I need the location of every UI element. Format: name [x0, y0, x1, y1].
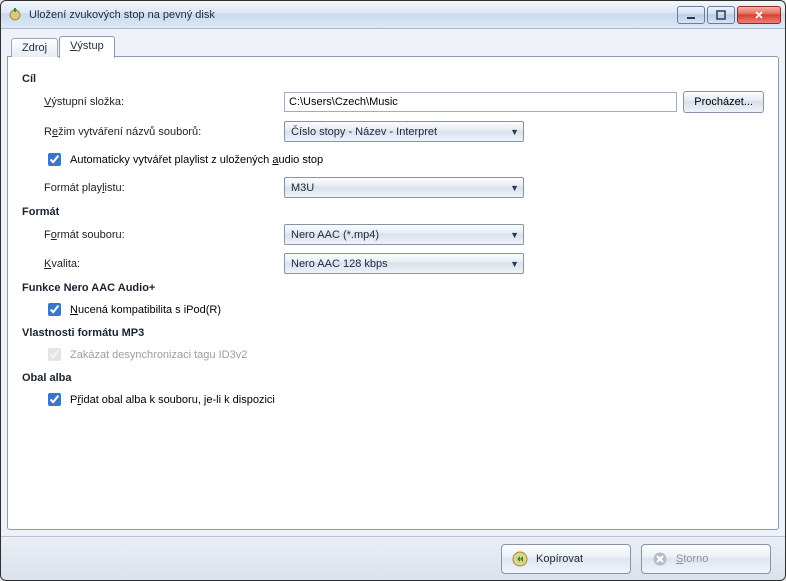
row-quality: Kvalita: Nero AAC 128 kbps ▼ [44, 253, 764, 274]
window-title: Uložení zvukových stop na pevný disk [29, 9, 677, 21]
albumart-label: Přidat obal alba k souboru, je-li k disp… [70, 394, 275, 406]
chevron-down-icon: ▼ [510, 183, 519, 193]
cancel-button[interactable]: Storno [641, 544, 771, 574]
id3-checkbox [48, 348, 61, 361]
ipod-checkbox[interactable] [48, 303, 61, 316]
copy-icon [512, 551, 528, 567]
section-dest-header: Cíl [22, 73, 764, 85]
section-mp3-header: Vlastnosti formátu MP3 [22, 327, 764, 339]
section-aacplus-header: Funkce Nero AAC Audio+ [22, 282, 764, 294]
row-id3: Zakázat desynchronizaci tagu ID3v2 [44, 345, 764, 364]
row-albumart: Přidat obal alba k souboru, je-li k disp… [44, 390, 764, 409]
row-fileformat: Formát souboru: Nero AAC (*.mp4) ▼ [44, 224, 764, 245]
tab-output[interactable]: Výstup [59, 36, 115, 58]
row-playlistformat: Formát playlistu: M3U ▼ [44, 177, 764, 198]
client-area: Zdroj Výstup Cíl Výstupní složka: Prochá… [1, 29, 785, 536]
row-naming: Režim vytváření názvů souborů: Číslo sto… [44, 121, 764, 142]
row-autoplaylist: Automaticky vytvářet playlist z uloženýc… [44, 150, 764, 169]
tabstrip: Zdroj Výstup [7, 35, 779, 57]
tab-source[interactable]: Zdroj [11, 38, 58, 57]
quality-label: Kvalita: [44, 258, 284, 270]
playlistformat-label: Formát playlistu: [44, 182, 284, 194]
chevron-down-icon: ▼ [510, 230, 519, 240]
fileformat-value: Nero AAC (*.mp4) [291, 229, 379, 241]
chevron-down-icon: ▼ [510, 127, 519, 137]
cancel-button-label: Storno [676, 553, 708, 565]
bottombar: Kopírovat Storno [1, 536, 785, 580]
window-buttons [677, 6, 781, 24]
playlistformat-value: M3U [291, 182, 314, 194]
playlistformat-select[interactable]: M3U ▼ [284, 177, 524, 198]
autoplaylist-checkbox[interactable] [48, 153, 61, 166]
quality-value: Nero AAC 128 kbps [291, 258, 388, 270]
titlebar[interactable]: Uložení zvukových stop na pevný disk [1, 1, 785, 29]
section-format-header: Formát [22, 206, 764, 218]
albumart-checkbox[interactable] [48, 393, 61, 406]
tab-output-label: Výstup [70, 40, 104, 52]
naming-select-value: Číslo stopy - Název - Interpret [291, 126, 437, 138]
naming-label: Režim vytváření názvů souborů: [44, 126, 284, 138]
minimize-button[interactable] [677, 6, 705, 24]
window: Uložení zvukových stop na pevný disk Zdr… [0, 0, 786, 581]
row-ipod: Nucená kompatibilita s iPod(R) [44, 300, 764, 319]
app-icon [7, 7, 23, 23]
section-album-header: Obal alba [22, 372, 764, 384]
row-outfolder: Výstupní složka: Procházet... [44, 91, 764, 113]
tabpage-output: Cíl Výstupní složka: Procházet... Režim … [7, 56, 779, 530]
outfolder-input[interactable] [284, 92, 677, 112]
naming-select[interactable]: Číslo stopy - Název - Interpret ▼ [284, 121, 524, 142]
ipod-label: Nucená kompatibilita s iPod(R) [70, 304, 221, 316]
close-button[interactable] [737, 6, 781, 24]
copy-button[interactable]: Kopírovat [501, 544, 631, 574]
copy-button-label: Kopírovat [536, 553, 583, 565]
outfolder-label: Výstupní složka: [44, 96, 284, 108]
tab-source-label: Zdroj [22, 42, 47, 54]
fileformat-label: Formát souboru: [44, 229, 284, 241]
fileformat-select[interactable]: Nero AAC (*.mp4) ▼ [284, 224, 524, 245]
maximize-button[interactable] [707, 6, 735, 24]
quality-select[interactable]: Nero AAC 128 kbps ▼ [284, 253, 524, 274]
chevron-down-icon: ▼ [510, 259, 519, 269]
autoplaylist-label: Automaticky vytvářet playlist z uloženýc… [70, 154, 323, 166]
id3-label: Zakázat desynchronizaci tagu ID3v2 [70, 349, 247, 361]
cancel-icon [652, 551, 668, 567]
browse-button[interactable]: Procházet... [683, 91, 764, 113]
